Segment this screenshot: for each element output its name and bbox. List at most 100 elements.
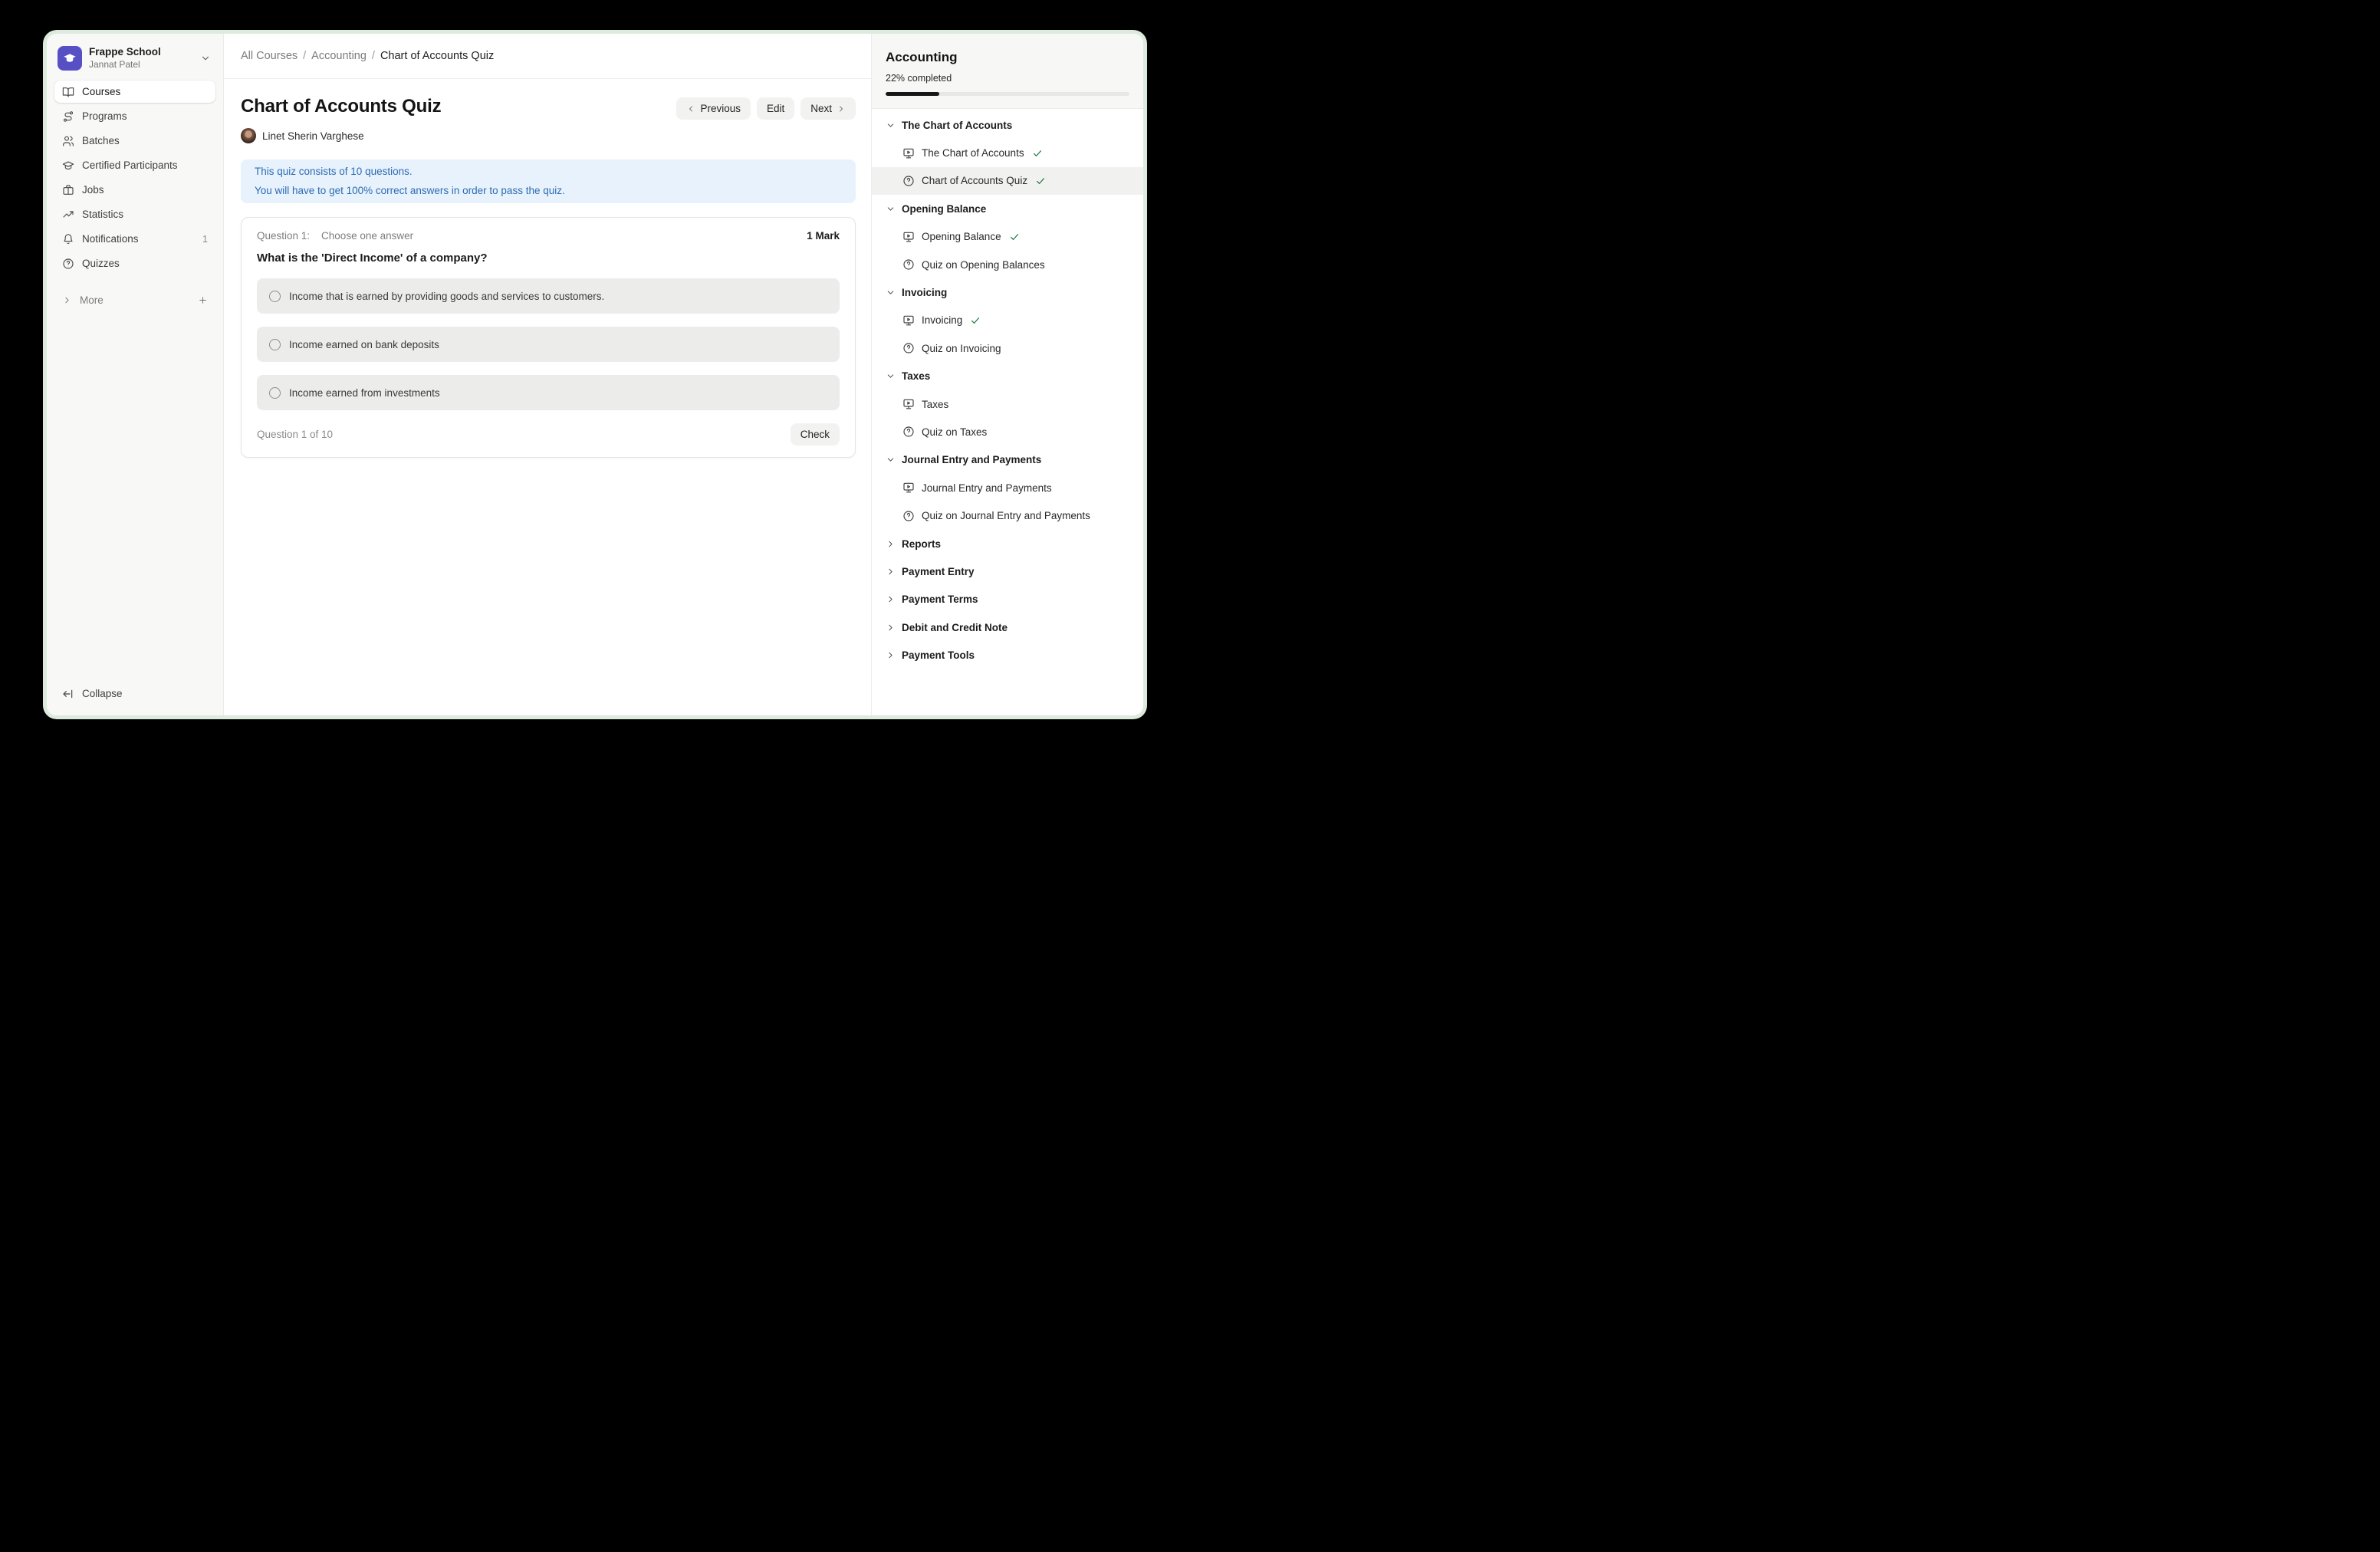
chevron-right-icon	[886, 650, 896, 660]
chevron-right-icon	[62, 295, 72, 305]
instructor-avatar	[241, 128, 256, 143]
lesson-icon	[902, 231, 915, 243]
outline-section-header[interactable]: Payment Tools	[872, 641, 1143, 669]
sidebar-more-label: More	[80, 294, 104, 306]
outline-item[interactable]: Quiz on Invoicing	[872, 334, 1143, 362]
quiz-info-banner: This quiz consists of 10 questions. You …	[241, 159, 856, 203]
sidebar-item-label: Notifications	[82, 233, 139, 245]
outline-section-header[interactable]: Invoicing	[872, 278, 1143, 306]
outline-section-header[interactable]: The Chart of Accounts	[872, 111, 1143, 139]
sidebar-item-statistics[interactable]: Statistics	[54, 203, 215, 225]
sidebar-collapse-button[interactable]: Collapse	[54, 682, 215, 705]
sidebar-item-programs[interactable]: Programs	[54, 105, 215, 127]
sidebar-item-notifications[interactable]: Notifications 1	[54, 228, 215, 250]
sidebar-item-quizzes[interactable]: Quizzes	[54, 252, 215, 275]
outline-item[interactable]: Opening Balance	[872, 223, 1143, 251]
question-marks: 1 Mark	[807, 230, 840, 242]
chevron-down-icon	[886, 455, 896, 465]
outline-item-label: Chart of Accounts Quiz	[922, 175, 1027, 186]
workspace-title: Frappe School	[89, 46, 161, 58]
check-button[interactable]: Check	[791, 423, 840, 446]
sidebar-item-certified-participants[interactable]: Certified Participants	[54, 154, 215, 176]
outline-section-header[interactable]: Payment Entry	[872, 557, 1143, 585]
banner-line: This quiz consists of 10 questions.	[255, 163, 842, 182]
chevron-down-icon	[886, 371, 896, 381]
bell-icon	[62, 233, 74, 245]
check-icon	[1032, 148, 1043, 159]
outline-item-label: Invoicing	[922, 314, 962, 326]
instructor-name: Linet Sherin Varghese	[262, 130, 364, 142]
sidebar-item-jobs[interactable]: Jobs	[54, 179, 215, 201]
chevron-right-icon	[886, 594, 896, 604]
answer-option-label: Income earned on bank deposits	[289, 339, 439, 350]
outline-item[interactable]: The Chart of Accounts	[872, 139, 1143, 166]
radio-icon[interactable]	[269, 339, 281, 350]
answer-options: Income that is earned by providing goods…	[257, 278, 840, 410]
chevron-right-icon	[886, 567, 896, 577]
chevron-down-icon	[886, 288, 896, 298]
breadcrumb-current: Chart of Accounts Quiz	[380, 50, 494, 62]
left-sidebar: Frappe School Jannat Patel Courses Progr…	[47, 34, 224, 715]
outline-section-title: Invoicing	[902, 287, 947, 298]
plus-icon[interactable]	[198, 295, 208, 305]
arrow-left-to-line-icon	[62, 688, 74, 700]
answer-option[interactable]: Income earned from investments	[257, 375, 840, 410]
outline-item[interactable]: Taxes	[872, 390, 1143, 418]
outline-section-header[interactable]: Journal Entry and Payments	[872, 446, 1143, 474]
next-button[interactable]: Next	[800, 97, 856, 120]
breadcrumb-accounting[interactable]: Accounting	[311, 50, 367, 62]
outline-item[interactable]: Quiz on Taxes	[872, 418, 1143, 446]
previous-button[interactable]: Previous	[676, 97, 751, 120]
outline-section-header[interactable]: Debit and Credit Note	[872, 613, 1143, 641]
quiz-icon	[902, 426, 915, 438]
outline-section-header[interactable]: Opening Balance	[872, 195, 1143, 222]
edit-button[interactable]: Edit	[757, 97, 794, 120]
outline-item-label: Opening Balance	[922, 231, 1001, 242]
outline-item[interactable]: Journal Entry and Payments	[872, 474, 1143, 501]
route-icon	[62, 110, 74, 123]
outline-section-header[interactable]: Taxes	[872, 363, 1143, 390]
check-icon	[1035, 176, 1046, 186]
outline-item[interactable]: Chart of Accounts Quiz	[872, 167, 1143, 195]
outline-item-label: Quiz on Journal Entry and Payments	[922, 510, 1090, 521]
app: Frappe School Jannat Patel Courses Progr…	[47, 34, 1143, 715]
lesson-icon	[902, 147, 915, 159]
outline-item-label: Quiz on Invoicing	[922, 343, 1001, 354]
chevron-right-icon	[837, 104, 846, 113]
sidebar-more[interactable]: More	[54, 289, 215, 311]
outline-item[interactable]: Quiz on Journal Entry and Payments	[872, 501, 1143, 529]
book-open-icon	[62, 86, 74, 98]
chevron-down-icon	[200, 53, 211, 64]
answer-option[interactable]: Income earned on bank deposits	[257, 327, 840, 362]
outline-section-header[interactable]: Reports	[872, 530, 1143, 557]
workspace-switcher[interactable]: Frappe School Jannat Patel	[54, 41, 215, 81]
breadcrumb-separator: /	[372, 50, 375, 62]
sidebar-item-courses[interactable]: Courses	[54, 81, 215, 103]
page-title: Chart of Accounts Quiz	[241, 96, 441, 117]
breadcrumb: All Courses / Accounting / Chart of Acco…	[224, 34, 871, 79]
users-icon	[62, 135, 74, 147]
outline-item-label: Taxes	[922, 399, 948, 410]
chevron-right-icon	[886, 623, 896, 633]
outline-section-header[interactable]: Payment Terms	[872, 586, 1143, 613]
outline-section-title: Payment Tools	[902, 649, 975, 661]
lesson-icon	[902, 314, 915, 327]
radio-icon[interactable]	[269, 387, 281, 399]
course-outline-header: Accounting 22% completed	[872, 34, 1143, 109]
outline-item[interactable]: Quiz on Opening Balances	[872, 251, 1143, 278]
sidebar-item-batches[interactable]: Batches	[54, 130, 215, 152]
sidebar-item-label: Statistics	[82, 209, 123, 220]
lesson-icon	[902, 398, 915, 410]
radio-icon[interactable]	[269, 291, 281, 302]
course-title: Accounting	[886, 50, 1129, 65]
course-outline-panel: Accounting 22% completed The Chart of Ac…	[871, 34, 1143, 715]
breadcrumb-all-courses[interactable]: All Courses	[241, 50, 298, 62]
answer-option[interactable]: Income that is earned by providing goods…	[257, 278, 840, 314]
outline-section-title: The Chart of Accounts	[902, 120, 1012, 131]
trending-up-icon	[62, 209, 74, 221]
sidebar-item-label: Jobs	[82, 184, 104, 196]
banner-line: You will have to get 100% correct answer…	[255, 182, 842, 201]
chevron-right-icon	[886, 539, 896, 549]
outline-list: The Chart of Accounts The Chart of Accoun…	[872, 109, 1143, 715]
outline-item[interactable]: Invoicing	[872, 307, 1143, 334]
